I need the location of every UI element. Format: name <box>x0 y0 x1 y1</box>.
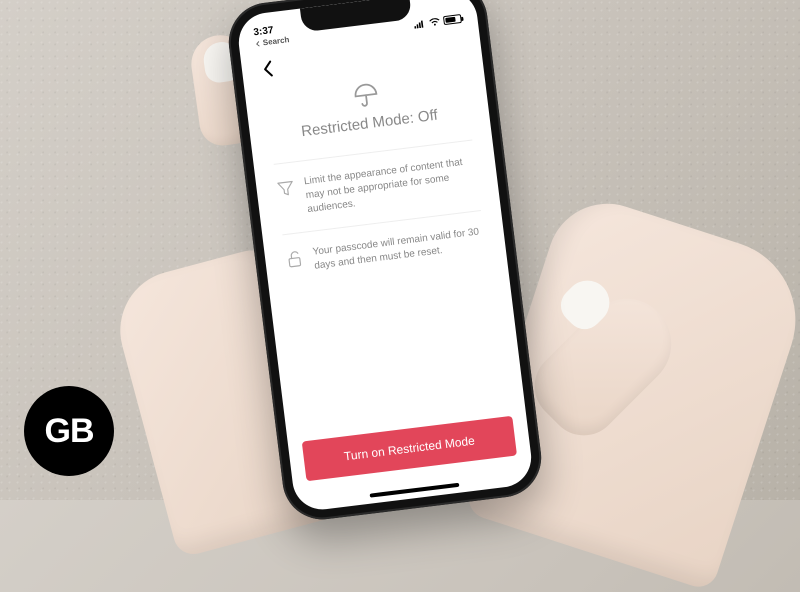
signal-icon <box>413 19 426 28</box>
chevron-left-icon <box>261 59 275 78</box>
primary-button-label: Turn on Restricted Mode <box>343 434 475 464</box>
filter-icon <box>276 179 296 199</box>
back-button[interactable] <box>255 56 282 83</box>
info-text-filter: Limit the appearance of content that may… <box>303 154 479 217</box>
brand-logo-badge: GB <box>24 386 114 476</box>
status-bar-left: 3:37 Search <box>253 23 290 48</box>
brand-logo-text: GB <box>45 412 94 451</box>
umbrella-icon <box>350 80 381 111</box>
lock-icon <box>284 249 304 269</box>
wifi-icon <box>428 17 441 26</box>
page-title: Restricted Mode: Off <box>300 107 438 141</box>
info-text-passcode: Your passcode will remain valid for 30 d… <box>312 225 486 274</box>
battery-icon <box>443 14 462 25</box>
turn-on-restricted-mode-button[interactable]: Turn on Restricted Mode <box>302 416 517 482</box>
content-area: Limit the appearance of content that may… <box>254 137 525 429</box>
phone-screen: 3:37 Search <box>235 0 534 513</box>
home-indicator-bar <box>370 483 460 498</box>
chevron-left-icon <box>255 40 262 47</box>
